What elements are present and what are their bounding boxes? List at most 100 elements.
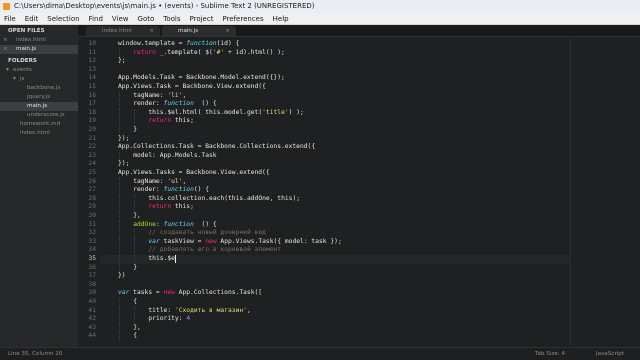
menu-find[interactable]: Find [89, 13, 103, 24]
code-token: function [186, 40, 217, 47]
code-token: 'li' [167, 91, 183, 99]
code-token: App.Models.Task = Backbone.Model.extend(… [118, 74, 285, 82]
tree-item-label: jquery.js [27, 94, 51, 100]
menu-project[interactable]: Project [190, 13, 214, 24]
line-number: 19 [88, 117, 96, 125]
code-line[interactable]: render: function () { [133, 100, 216, 109]
code-line[interactable]: title: 'Сходить в магазин', [148, 307, 250, 316]
code-line[interactable]: return _.template( $('#' + id).html() ); [133, 49, 285, 58]
code-line[interactable]: var tasks = new App.Collections.Task([ [118, 289, 262, 298]
code-line[interactable]: this.collection.each(this.addOne, this); [148, 195, 300, 204]
code-line[interactable]: { [133, 298, 137, 307]
code-token: return [148, 203, 172, 211]
disclosure-triangle-icon[interactable]: ▾ [13, 75, 20, 84]
close-icon[interactable]: × [149, 26, 154, 36]
file-item[interactable]: backbone.js [0, 84, 78, 93]
code-line[interactable]: window.template = function(id) { [118, 40, 239, 49]
code-line[interactable]: addOne: function () { [133, 221, 216, 230]
menu-goto[interactable]: Goto [138, 13, 155, 24]
code-line[interactable]: // добавлять его в корневой элемент [148, 246, 281, 255]
indent-guide [119, 237, 120, 247]
code-token: }) [118, 272, 126, 280]
menu-selection[interactable]: Selection [47, 13, 79, 24]
code-line[interactable]: // создавать новый дочерний вид [148, 229, 266, 238]
menu-edit[interactable]: Edit [25, 13, 39, 24]
code-token: var [118, 289, 130, 297]
code-line[interactable]: }, [133, 212, 141, 221]
code-token: }, [133, 212, 141, 219]
indent-guide [134, 315, 136, 324]
disclosure-triangle-icon[interactable]: ▾ [6, 66, 13, 75]
line-number: 43 [88, 323, 96, 331]
folder-item[interactable]: ▾ events [0, 66, 78, 75]
open-file-item[interactable]: × main.js [0, 45, 78, 54]
menu-file[interactable]: File [4, 13, 16, 24]
code-line[interactable]: }; [118, 57, 126, 66]
code-token: }); [118, 160, 130, 168]
file-item[interactable]: homework.md [0, 120, 78, 129]
code-editor[interactable]: 10 11 12 13 14 15 16 17 18 19 20 21 22 23 24 25 26 27 28 29… [78, 37, 640, 347]
code-line[interactable]: return this; [148, 203, 194, 212]
line-number: 13 [88, 65, 96, 73]
indent-guide [119, 323, 120, 333]
code-token: 'title' [262, 108, 289, 116]
tab-size-selector[interactable]: Tab Size: 4 [535, 348, 565, 360]
code-token: this.$el.html( this.model.get( [148, 108, 263, 116]
code-line[interactable]: }, [133, 324, 141, 333]
code-line[interactable]: priority: 4 [148, 315, 190, 324]
code-token: }; [118, 57, 126, 65]
code-line[interactable]: { [133, 332, 137, 341]
code-token: new [205, 237, 217, 245]
indent-guide [119, 126, 120, 135]
indent-guide [134, 246, 136, 255]
close-icon[interactable]: × [3, 36, 8, 45]
file-item[interactable]: jquery.js [0, 93, 78, 102]
code-token: ) ); [288, 108, 304, 116]
indent-guide [119, 91, 120, 101]
code-line[interactable]: model: App.Models.Task [133, 152, 216, 161]
menu-tools[interactable]: Tools [163, 13, 180, 24]
close-icon[interactable]: × [3, 45, 8, 54]
code-line[interactable]: } [133, 264, 137, 273]
line-number: 28 [88, 194, 96, 202]
line-number: 21 [88, 134, 96, 142]
folder-item[interactable]: ▾ js [0, 75, 78, 84]
code-line[interactable]: App.Models.Task = Backbone.Model.extend(… [118, 74, 285, 83]
code-line[interactable]: return this; [148, 117, 194, 126]
code-token: function [163, 100, 194, 108]
syntax-selector[interactable]: JavaScript [596, 348, 624, 360]
indent-guide [119, 100, 120, 109]
code-token: App.Views.Task = Backbone.View.extend({ [118, 83, 266, 90]
menu-preferences[interactable]: Preferences [222, 13, 263, 24]
menu-view[interactable]: View [112, 13, 129, 24]
menu-help[interactable]: Help [273, 13, 289, 24]
code-token: (id) { [216, 40, 240, 47]
code-line[interactable]: App.Views.Tasks = Backbone.View.extend({ [118, 169, 270, 178]
code-token: App.Views.Tasks = Backbone.View.extend({ [118, 169, 270, 176]
code-token: }, [133, 323, 141, 331]
tab-index-html[interactable]: index.html × [86, 26, 160, 36]
file-item[interactable]: index.html [0, 129, 78, 138]
file-item[interactable]: main.js [0, 102, 78, 111]
open-file-item[interactable]: × index.html [0, 36, 78, 45]
code-line[interactable]: } [133, 126, 137, 135]
code-line[interactable]: tagName: 'ul', [133, 178, 186, 187]
code-line[interactable]: this.$e [148, 255, 175, 264]
code-token: '#' [212, 48, 225, 56]
tab-main-js[interactable]: main.js × [162, 26, 236, 36]
editor-right-edge [570, 37, 571, 347]
window-title-bar[interactable]: C:\Users\dima\Desktop\events\js\main.js … [0, 0, 640, 13]
code-line[interactable]: tagName: 'li', [133, 92, 186, 101]
code-line[interactable]: }) [118, 272, 126, 281]
code-line[interactable]: }); [118, 160, 129, 169]
code-line[interactable]: App.Views.Task = Backbone.View.extend({ [118, 83, 266, 92]
open-files-list: × index.html × main.js [0, 36, 78, 54]
code-token: : [155, 220, 164, 228]
code-line[interactable]: App.Collections.Task = Backbone.Collecti… [118, 143, 315, 152]
code-line[interactable]: render: function() { [133, 186, 209, 195]
indent-guide [119, 117, 120, 126]
code-line[interactable]: this.$el.html( this.model.get('title') )… [148, 109, 303, 118]
file-item[interactable]: underscore.js [0, 111, 78, 120]
code-line[interactable]: }); [118, 135, 129, 144]
close-icon[interactable]: × [225, 26, 230, 36]
